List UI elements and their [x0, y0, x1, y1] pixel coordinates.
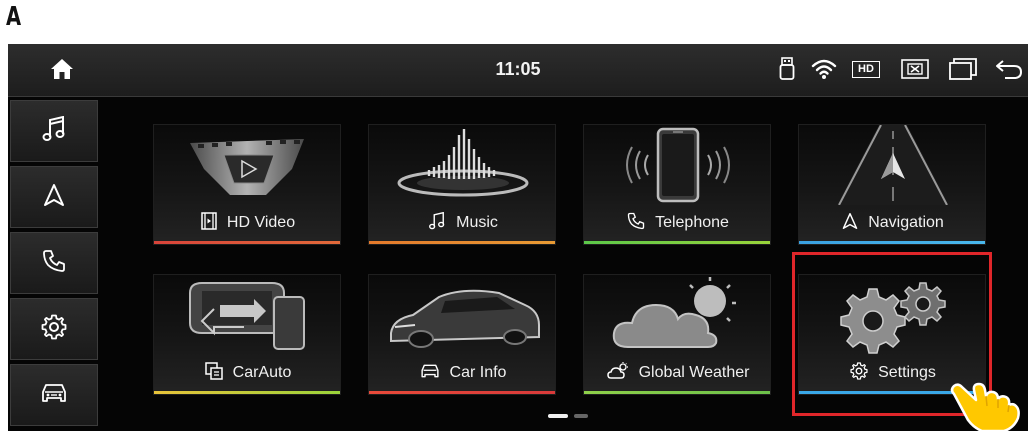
phone-icon — [627, 212, 645, 235]
carauto-artwork — [154, 275, 340, 355]
app-label-row: Music — [369, 211, 555, 235]
accent-bar — [154, 391, 340, 394]
hd-badge: HD — [852, 60, 880, 78]
usb-icon — [776, 54, 798, 84]
app-label-row: Car Info — [369, 361, 555, 385]
app-label-row: Global Weather — [584, 361, 770, 385]
accent-bar — [369, 391, 555, 394]
car-info-artwork — [369, 275, 555, 355]
close-box-icon[interactable] — [899, 54, 931, 84]
car-icon — [420, 362, 440, 385]
windows-icon[interactable] — [947, 54, 979, 84]
app-tile-telephone[interactable]: Telephone — [583, 124, 771, 245]
app-tile-music[interactable]: Music — [368, 124, 556, 245]
app-tile-global-weather[interactable]: Global Weather — [583, 274, 771, 395]
telephone-artwork — [584, 125, 770, 205]
navigation-arrow-icon — [43, 183, 65, 212]
app-label-row: HD Video — [154, 211, 340, 235]
music-artwork — [369, 125, 555, 205]
weather-artwork — [584, 275, 770, 355]
app-label-row: Navigation — [799, 211, 985, 235]
sidebar-item-phone[interactable] — [10, 232, 98, 294]
app-tile-carauto[interactable]: CarAuto — [153, 274, 341, 395]
sidebar — [8, 100, 98, 430]
pointing-hand-icon — [948, 372, 1030, 436]
app-label: Car Info — [449, 364, 507, 381]
accent-bar — [584, 241, 770, 244]
accent-bar — [799, 241, 985, 244]
wifi-icon — [809, 54, 839, 84]
sidebar-item-settings[interactable] — [10, 298, 98, 360]
accent-bar — [584, 391, 770, 394]
app-tile-car-info[interactable]: Car Info — [368, 274, 556, 395]
app-label: HD Video — [226, 214, 296, 231]
page-indicator-inactive[interactable] — [574, 414, 588, 418]
car-icon — [40, 381, 68, 410]
status-bar: 11:05 HD — [8, 44, 1028, 97]
navigation-artwork — [799, 125, 985, 206]
accent-bar — [369, 241, 555, 244]
navigation-arrow-icon — [842, 212, 858, 235]
carauto-icon — [204, 361, 223, 385]
weather-icon — [606, 361, 629, 385]
film-icon — [201, 211, 217, 235]
app-label-row: CarAuto — [154, 361, 340, 385]
hd-video-artwork — [154, 125, 340, 205]
app-label: Global Weather — [638, 364, 750, 381]
gear-icon — [41, 314, 67, 345]
app-label: Telephone — [655, 214, 729, 231]
sidebar-item-car[interactable] — [10, 364, 98, 426]
sidebar-item-navigation[interactable] — [10, 166, 98, 228]
hd-icon: HD — [850, 54, 882, 84]
app-label-row: Telephone — [584, 211, 770, 235]
music-note-icon — [428, 211, 446, 235]
app-label: Music — [456, 214, 498, 231]
music-note-icon — [42, 115, 66, 147]
app-label: CarAuto — [232, 364, 292, 381]
page-indicator-active[interactable] — [548, 414, 568, 418]
app-tile-hd-video[interactable]: HD Video — [153, 124, 341, 245]
phone-icon — [42, 249, 66, 278]
back-icon[interactable] — [993, 54, 1025, 84]
sidebar-item-music[interactable] — [10, 100, 98, 162]
panel-label: A — [6, 2, 22, 32]
app-tile-navigation[interactable]: Navigation — [798, 124, 986, 245]
accent-bar — [154, 241, 340, 244]
app-label: Navigation — [868, 214, 944, 231]
